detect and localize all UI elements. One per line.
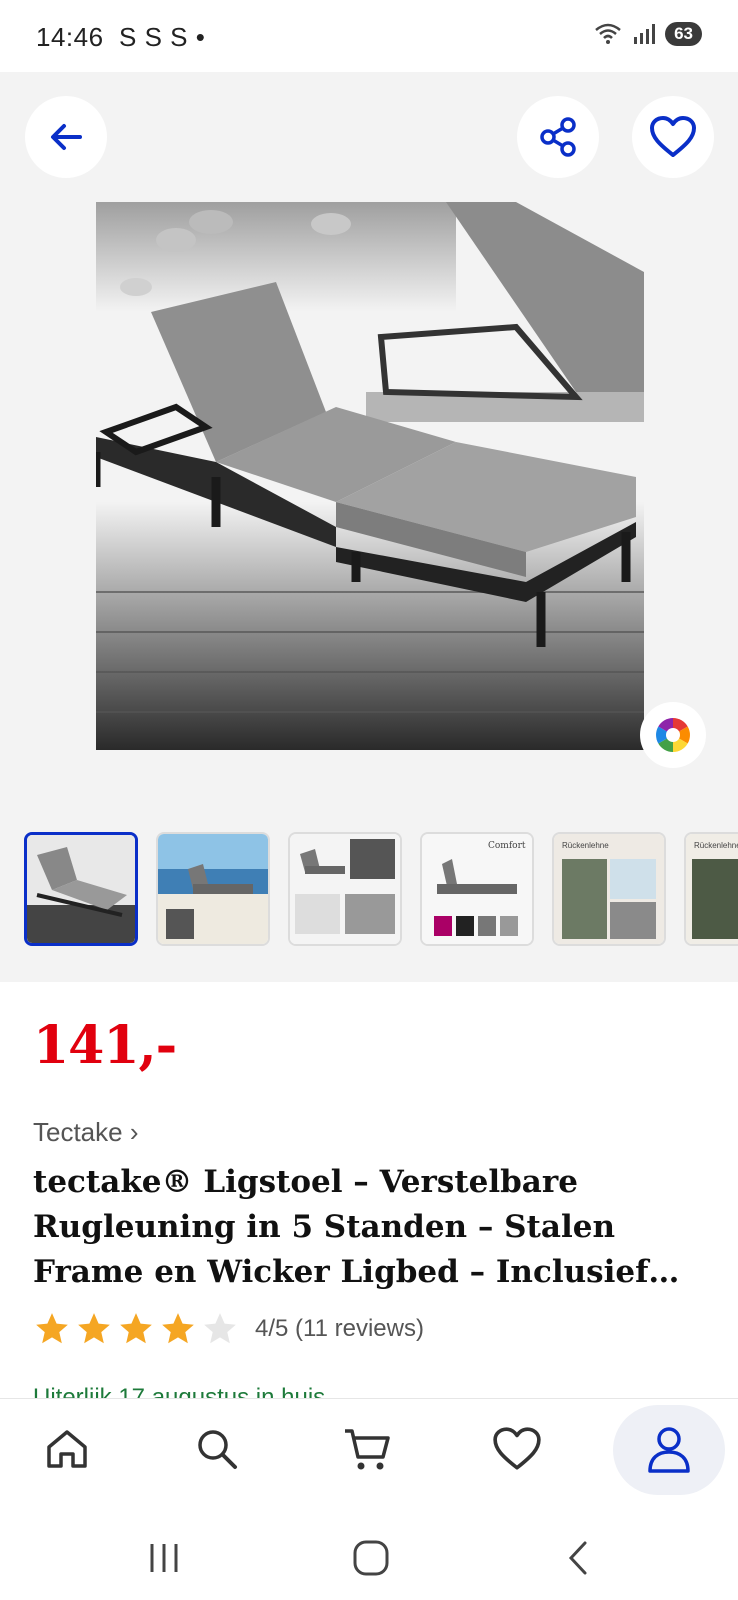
- chevron-left-icon: [568, 1541, 587, 1575]
- nav-wishlist[interactable]: [462, 1399, 572, 1499]
- thumbnail-4-label: Comfort: [488, 841, 526, 851]
- product-gallery: Comfort Rückenlehne Rückenlehne: [0, 72, 738, 982]
- star-filled-icon: [120, 1313, 152, 1344]
- recent-apps-button[interactable]: [134, 1536, 194, 1580]
- thumbnail-1[interactable]: [24, 832, 138, 946]
- thumbnail-2[interactable]: [156, 832, 270, 946]
- brand-link[interactable]: Tectake ›: [33, 1117, 139, 1148]
- notification-indicators: S S S •: [119, 22, 206, 52]
- share-icon: [540, 117, 576, 157]
- system-back-button[interactable]: [548, 1536, 608, 1580]
- thumbnail-6-label: Rückenlehne: [694, 841, 738, 850]
- home-system-button[interactable]: [341, 1536, 401, 1580]
- search-icon: [198, 1430, 237, 1469]
- heart-icon: [650, 116, 696, 157]
- color-wheel-icon: [656, 718, 690, 752]
- star-empty-icon: [204, 1313, 236, 1344]
- thumbnail-5-label: Rückenlehne: [562, 841, 609, 850]
- home-circle-icon: [353, 1540, 389, 1576]
- clock-text: 14:46: [36, 22, 104, 52]
- cart-icon: [345, 1429, 390, 1470]
- product-title: tectake® Ligstoel – Verstelbare Rugleuni…: [33, 1164, 680, 1290]
- product-price: 141,-: [33, 1015, 177, 1076]
- rating-text: 4/5 (11 reviews): [255, 1315, 424, 1342]
- status-time: 14:46 S S S •: [36, 22, 205, 53]
- nav-cart[interactable]: [312, 1399, 422, 1499]
- wifi-icon: [595, 23, 621, 44]
- nav-search[interactable]: [162, 1399, 272, 1499]
- share-button[interactable]: [517, 96, 599, 178]
- signal-icon: [634, 24, 656, 44]
- bottom-navigation: [0, 1398, 738, 1516]
- nav-account[interactable]: [613, 1405, 725, 1495]
- thumbnail-3[interactable]: [288, 832, 402, 946]
- star-filled-icon: [78, 1313, 110, 1344]
- star-filled-icon: [162, 1313, 194, 1344]
- nav-home[interactable]: [12, 1399, 122, 1499]
- status-bar: 14:46 S S S • 63: [0, 0, 738, 72]
- arrow-left-icon: [51, 124, 82, 150]
- color-picker-button[interactable]: [640, 702, 706, 768]
- thumbnail-6[interactable]: Rückenlehne: [684, 832, 738, 946]
- star-filled-icon: [36, 1313, 68, 1344]
- home-icon: [47, 1430, 87, 1468]
- user-icon: [648, 1427, 690, 1473]
- back-button[interactable]: [25, 96, 107, 178]
- battery-indicator: 63: [665, 22, 702, 46]
- system-navigation: [0, 1516, 738, 1600]
- recent-apps-icon: [150, 1544, 178, 1572]
- status-icons: 63: [593, 22, 702, 46]
- product-rating[interactable]: 4/5 (11 reviews): [33, 1310, 424, 1348]
- thumbnail-4[interactable]: Comfort: [420, 832, 534, 946]
- heart-icon: [493, 1427, 541, 1470]
- thumbnail-strip[interactable]: Comfort Rückenlehne Rückenlehne: [24, 832, 738, 948]
- thumbnail-5[interactable]: Rückenlehne: [552, 832, 666, 946]
- favorite-button[interactable]: [632, 96, 714, 178]
- product-image[interactable]: [96, 202, 644, 750]
- delivery-info: Uiterlijk 17 augustus in huis: [33, 1384, 326, 1398]
